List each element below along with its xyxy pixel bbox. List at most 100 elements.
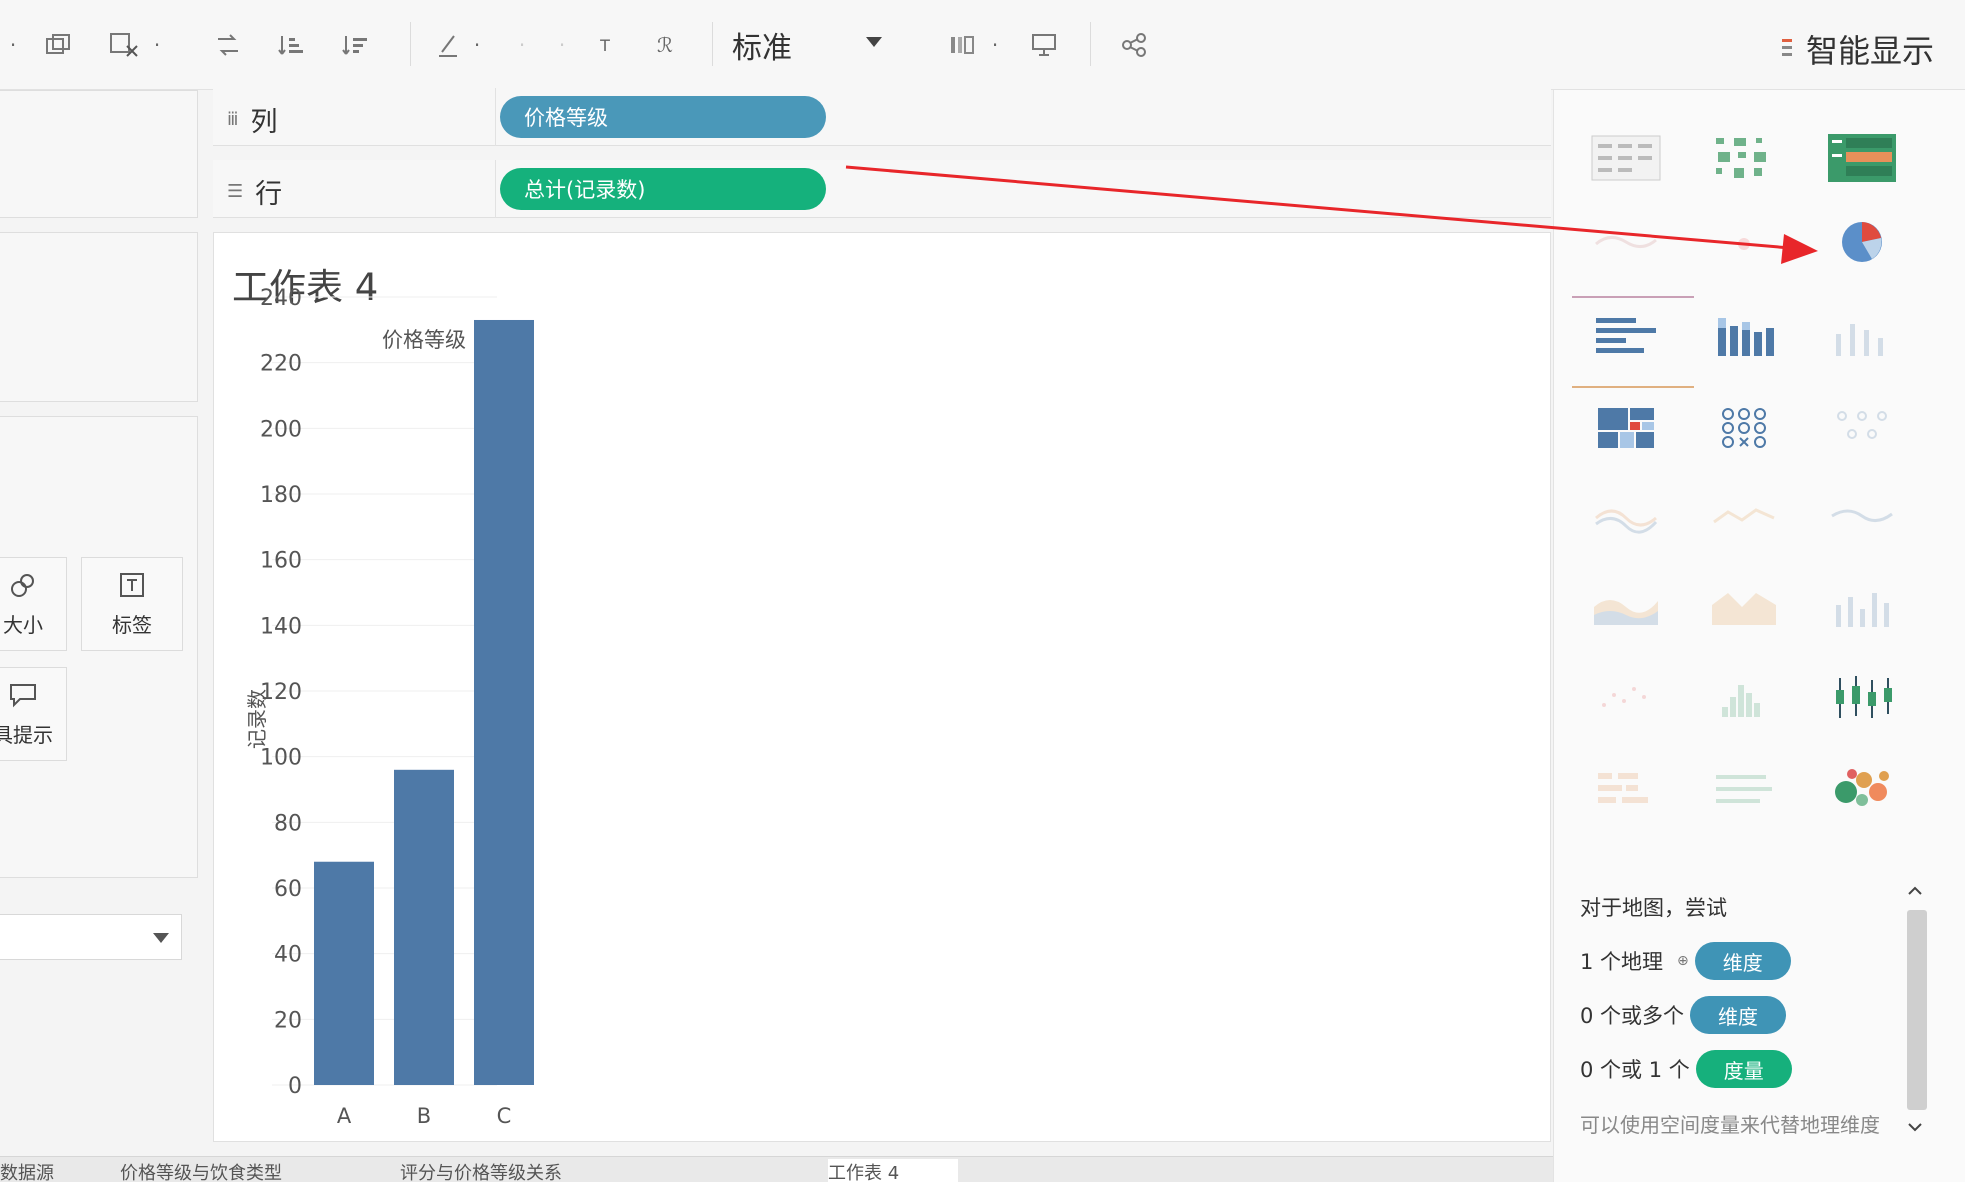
text-table-chart-icon[interactable] — [1580, 120, 1672, 196]
scrollbar-thumb[interactable] — [1907, 910, 1927, 1110]
hint-row: 1 个地理 ⊕ 维度 — [1580, 934, 1910, 988]
chevron-down-icon — [153, 933, 169, 943]
histogram-chart-icon[interactable] — [1698, 660, 1790, 736]
dropdown-caret-icon[interactable]: · — [150, 28, 164, 62]
globe-icon: ⊕ — [1677, 953, 1689, 969]
highlight-table-chart-icon[interactable] — [1816, 120, 1908, 196]
treemap-chart-icon[interactable] — [1580, 390, 1672, 466]
view-size-select[interactable]: 标准 — [720, 24, 890, 66]
tooltip-icon — [10, 683, 36, 707]
pin-icon[interactable]: ℛ — [650, 28, 680, 62]
stacked-bars-chart-icon[interactable] — [1698, 298, 1790, 374]
view-size-value: 标准 — [732, 31, 792, 66]
size-button[interactable]: 大小 — [0, 557, 67, 651]
dual-lines-chart-icon[interactable] — [1816, 480, 1908, 556]
dropdown-caret-icon[interactable]: · — [552, 28, 572, 62]
label-label: 标签 — [112, 612, 152, 637]
swap-icon[interactable] — [208, 28, 248, 62]
columns-label-text: 列 — [250, 107, 278, 138]
columns-shelf[interactable]: ⅲ 列 价格等级 — [213, 88, 1551, 146]
chart-header-label: 价格等级 — [382, 328, 466, 352]
area-discrete-chart-icon[interactable] — [1698, 570, 1790, 646]
selection-underline — [1572, 386, 1694, 388]
label-button[interactable]: 标签 — [81, 557, 183, 651]
size-label: 大小 — [3, 612, 43, 637]
heat-map-chart-icon[interactable] — [1698, 120, 1790, 196]
bar-c — [474, 319, 534, 1085]
chevron-down-icon — [866, 37, 882, 47]
labels-icon[interactable]: T — [590, 28, 620, 62]
bar-b — [394, 769, 454, 1085]
show-me-button[interactable]: 智能显示 — [1780, 26, 1934, 72]
duplicate-sheet-icon[interactable] — [38, 28, 78, 62]
y-tick-label: 80 — [274, 811, 302, 836]
box-whisker-chart-icon[interactable] — [1816, 660, 1908, 736]
fit-icon[interactable] — [944, 28, 980, 62]
bullet-graph-chart-icon[interactable] — [1698, 750, 1790, 826]
mark-type-select[interactable] — [0, 914, 182, 960]
measure-pill: 度量 — [1695, 1050, 1792, 1088]
presentation-icon[interactable] — [1026, 28, 1062, 62]
sheet-tab[interactable]: 评分与价格等级关系 — [400, 1159, 820, 1182]
y-axis-label: 记录数 — [245, 689, 269, 749]
sheet-tab[interactable]: 数据源 — [0, 1159, 110, 1182]
sheet-tab[interactable]: 价格等级与饮食类型 — [120, 1159, 390, 1182]
worksheet-view[interactable]: 工作表 4 0 20 40 60 80 100 120 140 160 180 200 220 240 A… — [213, 232, 1551, 1142]
packed-bubbles-chart-icon[interactable] — [1816, 750, 1908, 826]
size-icon — [11, 573, 34, 597]
hint-prefix: 1 个地理 — [1580, 950, 1664, 974]
show-me-label: 智能显示 — [1806, 32, 1935, 70]
toolbar-separator — [1090, 22, 1091, 66]
y-tick-label: 20 — [274, 1008, 302, 1033]
scatter-plot-chart-icon[interactable] — [1580, 660, 1672, 736]
rows-icon: ☰ — [227, 181, 244, 202]
symbol-map-chart-icon[interactable] — [1580, 204, 1672, 280]
rows-shelf[interactable]: ☰ 行 总计(记录数) — [213, 160, 1551, 218]
pie-chart-icon[interactable] — [1816, 204, 1908, 280]
side-by-side-circles-chart-icon[interactable] — [1816, 390, 1908, 466]
dropdown-caret-icon[interactable]: · — [470, 28, 484, 62]
marks-card: 大小 标签 具提示 — [0, 416, 198, 960]
gantt-chart-icon[interactable] — [1580, 750, 1672, 826]
chevron-down-icon[interactable] — [1905, 1118, 1925, 1138]
columns-pill[interactable]: 价格等级 — [500, 96, 826, 138]
tableau-window: · · · · · T ℛ 标准 · 智能显示 大小 标签 具提示 ⅲ 列 价格… — [0, 0, 1965, 1182]
show-me-scrollbar[interactable] — [1903, 880, 1929, 1150]
y-tick-label: 180 — [260, 483, 302, 508]
y-tick-label: 60 — [274, 877, 302, 902]
group-icon[interactable]: · — [512, 28, 532, 62]
sheet-tab-active[interactable]: 工作表 4 — [828, 1159, 958, 1182]
dropdown-caret-icon[interactable]: · — [988, 28, 1002, 62]
hint-title: 对于地图，尝试 — [1580, 896, 1727, 920]
sheet-tabs: 数据源 价格等级与饮食类型 评分与价格等级关系 工作表 4 — [0, 1156, 1553, 1182]
x-tick-label: A — [337, 1104, 352, 1128]
dropdown-caret-icon[interactable]: · — [6, 28, 20, 62]
horizontal-bars-chart-icon[interactable] — [1580, 298, 1672, 374]
chevron-up-icon[interactable] — [1905, 880, 1925, 900]
highlight-icon[interactable] — [430, 28, 466, 62]
bar-chart: 020406080100120140160180200220240A B C价格等级… — [245, 286, 534, 1128]
show-me-hint: 对于地图，尝试 1 个地理 ⊕ 维度 0 个或多个 维度 0 个或 1 个 度量… — [1580, 880, 1910, 1140]
y-tick-label: 40 — [274, 943, 302, 968]
line-continuous-chart-icon[interactable] — [1580, 480, 1672, 556]
dimension-pill: 维度 — [1694, 942, 1791, 980]
columns-shelf-label: ⅲ 列 — [227, 100, 277, 139]
circle-views-chart-icon[interactable] — [1698, 390, 1790, 466]
sort-ascending-icon[interactable] — [272, 28, 312, 62]
hint-footnote: 可以使用空间度量来代替地理维度 — [1580, 1113, 1880, 1137]
tooltip-button[interactable]: 具提示 — [0, 667, 67, 761]
line-discrete-chart-icon[interactable] — [1698, 480, 1790, 556]
x-tick-label: B — [417, 1104, 431, 1128]
rows-pill[interactable]: 总计(记录数) — [500, 168, 826, 210]
clear-sheet-icon[interactable] — [104, 28, 144, 62]
filled-map-chart-icon[interactable] — [1698, 204, 1790, 280]
side-by-side-bars-chart-icon[interactable] — [1816, 298, 1908, 374]
hint-prefix: 0 个或多个 — [1580, 1004, 1685, 1028]
area-continuous-chart-icon[interactable] — [1580, 570, 1672, 646]
sort-descending-icon[interactable] — [336, 28, 376, 62]
dual-combination-chart-icon[interactable] — [1816, 570, 1908, 646]
data-pane — [0, 90, 198, 218]
rows-shelf-label: ☰ 行 — [227, 172, 282, 211]
dimension-pill: 维度 — [1690, 996, 1787, 1034]
share-icon[interactable] — [1116, 28, 1152, 62]
